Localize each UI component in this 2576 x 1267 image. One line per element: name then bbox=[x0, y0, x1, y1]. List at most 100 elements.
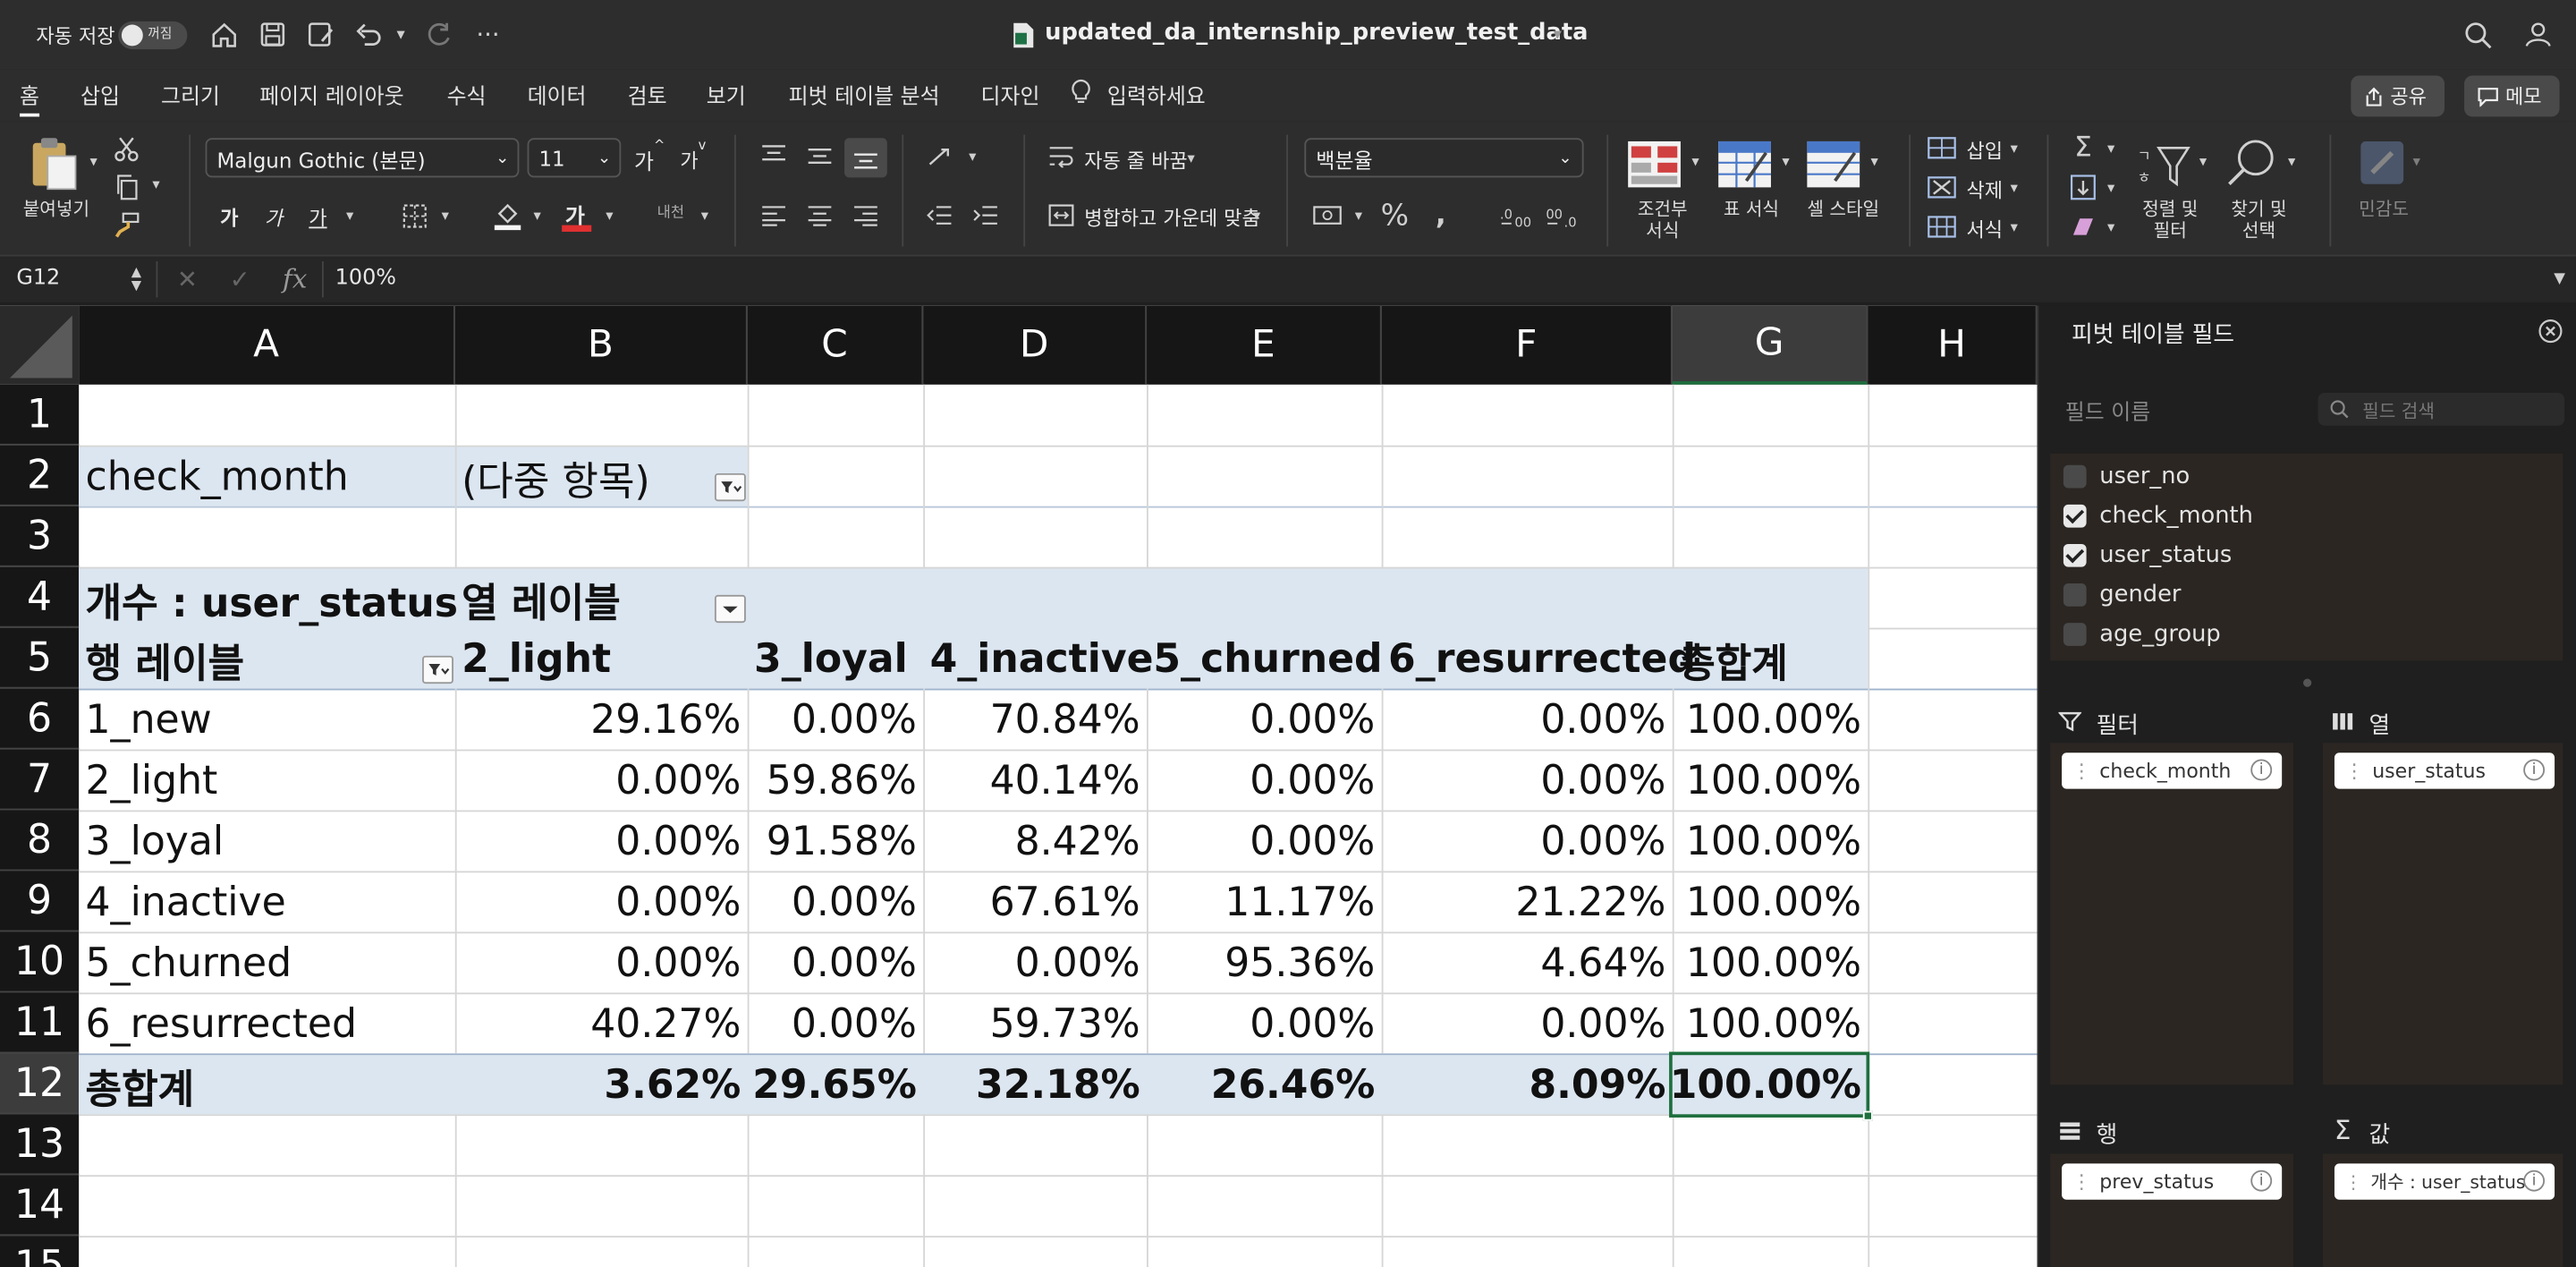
table-cell[interactable]: 100.00% bbox=[1673, 690, 1868, 749]
format-as-table-dropdown-icon[interactable]: ▾ bbox=[1777, 151, 1793, 174]
column-header-g[interactable]: G bbox=[1672, 305, 1868, 385]
table-cell[interactable]: 0.00% bbox=[1147, 994, 1382, 1053]
autosave-toggle[interactable]: 꺼짐 bbox=[118, 21, 188, 50]
accounting-dropdown-icon[interactable]: ▾ bbox=[1351, 206, 1367, 229]
delete-cells-icon[interactable] bbox=[1926, 174, 1959, 200]
fill-color-dropdown-icon[interactable]: ▾ bbox=[529, 206, 545, 229]
font-size-select[interactable]: 11 ⌄ bbox=[527, 138, 622, 178]
function-icon[interactable]: fx bbox=[283, 263, 307, 294]
field-checkbox[interactable] bbox=[2063, 583, 2087, 607]
insert-cells-button[interactable]: 삽입 bbox=[1967, 136, 2004, 164]
borders-icon[interactable] bbox=[399, 200, 428, 230]
row-header-9[interactable]: 9 bbox=[0, 871, 80, 932]
sensitivity-icon[interactable] bbox=[2352, 135, 2411, 191]
percent-style-icon[interactable]: % bbox=[1377, 197, 1412, 233]
table-cell[interactable]: 100.00% bbox=[1673, 872, 1868, 931]
row-header-5[interactable]: 5 bbox=[0, 627, 80, 689]
phonetic-button[interactable]: 내천 bbox=[657, 200, 684, 222]
table-cell-total[interactable]: 3.62% bbox=[455, 1055, 748, 1114]
column-header-a[interactable]: A bbox=[79, 305, 455, 385]
pivot-row-label[interactable]: 1_new bbox=[86, 690, 212, 749]
info-icon[interactable]: i bbox=[2250, 1169, 2273, 1192]
pivot-col-header[interactable]: 3_loyal bbox=[754, 629, 908, 688]
increase-decimal-icon[interactable]: .0 00 bbox=[1496, 199, 1536, 232]
conditional-format-dropdown-icon[interactable]: ▾ bbox=[1687, 151, 1703, 174]
font-name-select[interactable]: Malgun Gothic (본문) ⌄ bbox=[205, 138, 520, 178]
number-format-select[interactable]: 백분율 ⌄ bbox=[1304, 138, 1584, 178]
tab-design[interactable]: 디자인 bbox=[981, 79, 1040, 111]
table-cell[interactable]: 59.86% bbox=[748, 751, 924, 810]
cell-styles-icon[interactable] bbox=[1804, 136, 1863, 191]
cancel-entry-icon[interactable]: ✕ bbox=[173, 263, 202, 296]
align-center-icon[interactable] bbox=[803, 200, 836, 230]
tab-formulas[interactable]: 수식 bbox=[447, 79, 487, 111]
tab-review[interactable]: 검토 bbox=[628, 79, 667, 111]
column-label-filter-button[interactable] bbox=[714, 594, 746, 624]
pivot-row-label[interactable]: 2_light bbox=[86, 751, 218, 810]
align-bottom-icon[interactable] bbox=[844, 138, 887, 178]
table-cell[interactable]: 8.42% bbox=[923, 812, 1147, 871]
formula-input[interactable]: 100% bbox=[335, 267, 396, 292]
paste-dropdown-icon[interactable]: ▾ bbox=[86, 151, 102, 174]
table-cell[interactable]: 70.84% bbox=[923, 690, 1147, 749]
table-cell[interactable]: 11.17% bbox=[1147, 872, 1382, 931]
cut-icon[interactable] bbox=[112, 135, 141, 165]
value-field-chip[interactable]: ⋮ 개수 : user_status i bbox=[2334, 1163, 2555, 1200]
table-cell-total[interactable]: 29.65% bbox=[748, 1055, 924, 1114]
tab-page-layout[interactable]: 페이지 레이아웃 bbox=[259, 79, 403, 111]
more-icon[interactable]: ··· bbox=[471, 18, 504, 51]
close-icon[interactable] bbox=[2537, 317, 2563, 343]
copy-dropdown-icon[interactable]: ▾ bbox=[148, 174, 164, 198]
account-icon[interactable] bbox=[2520, 18, 2555, 51]
field-item-user-status[interactable]: user_status bbox=[2063, 542, 2232, 568]
table-cell-total[interactable]: 26.46% bbox=[1147, 1055, 1382, 1114]
pivot-row-label[interactable]: 6_resurrected bbox=[86, 994, 358, 1053]
table-cell[interactable]: 100.00% bbox=[1673, 994, 1868, 1053]
table-cell[interactable]: 4.64% bbox=[1382, 933, 1673, 992]
row-header-3[interactable]: 3 bbox=[0, 506, 80, 567]
align-middle-icon[interactable] bbox=[803, 141, 836, 171]
expand-formula-icon[interactable]: ▼ bbox=[2550, 267, 2570, 293]
insert-cells-icon[interactable] bbox=[1926, 135, 1959, 161]
font-color-button[interactable]: 가 bbox=[558, 197, 594, 233]
table-cell-total[interactable]: 8.09% bbox=[1382, 1055, 1673, 1114]
home-icon[interactable] bbox=[207, 18, 240, 51]
pivot-filter-value[interactable]: (다중 항목) bbox=[462, 447, 650, 506]
delete-dropdown-icon[interactable]: ▾ bbox=[2006, 177, 2022, 200]
tab-home[interactable]: 홈 bbox=[20, 79, 40, 117]
save-as-icon[interactable] bbox=[304, 18, 337, 51]
table-cell[interactable]: 0.00% bbox=[748, 933, 924, 992]
search-icon[interactable] bbox=[2461, 18, 2494, 51]
wrap-text-icon[interactable] bbox=[1045, 141, 1078, 171]
copy-icon[interactable] bbox=[108, 173, 144, 202]
field-checkbox[interactable] bbox=[2063, 543, 2087, 567]
tab-data[interactable]: 데이터 bbox=[528, 79, 587, 111]
undo-dropdown-icon[interactable]: ▾ bbox=[391, 20, 411, 49]
table-cell[interactable]: 0.00% bbox=[1147, 751, 1382, 810]
borders-dropdown-icon[interactable]: ▾ bbox=[437, 206, 453, 229]
comma-style-icon[interactable]: , bbox=[1426, 197, 1455, 233]
table-cell[interactable]: 67.61% bbox=[923, 872, 1147, 931]
field-search-input[interactable]: 필드 검색 bbox=[2318, 392, 2565, 426]
undo-icon[interactable] bbox=[352, 18, 385, 51]
tab-insert[interactable]: 삽입 bbox=[80, 79, 120, 111]
table-cell[interactable]: 100.00% bbox=[1673, 751, 1868, 810]
row-header-6[interactable]: 6 bbox=[0, 688, 80, 750]
format-painter-icon[interactable] bbox=[112, 210, 141, 240]
tab-draw[interactable]: 그리기 bbox=[161, 79, 220, 111]
tab-pivot-analyze[interactable]: 피벗 테이블 분석 bbox=[789, 79, 940, 111]
column-header-b[interactable]: B bbox=[454, 305, 748, 385]
delete-cells-button[interactable]: 삭제 bbox=[1967, 176, 2004, 204]
table-cell[interactable]: 100.00% bbox=[1673, 812, 1868, 871]
table-cell[interactable]: 0.00% bbox=[1382, 751, 1673, 810]
orientation-icon[interactable] bbox=[923, 141, 959, 171]
table-cell[interactable]: 29.16% bbox=[455, 690, 748, 749]
pivot-row-label[interactable]: 3_loyal bbox=[86, 812, 225, 871]
format-as-table-icon[interactable] bbox=[1716, 136, 1775, 191]
name-box-stepper-icon[interactable]: ▲ ▼ bbox=[128, 261, 144, 297]
worksheet-grid[interactable]: A B C D E F G H 1 2 3 4 5 6 7 8 9 10 11 … bbox=[0, 305, 2038, 1267]
table-cell[interactable]: 0.00% bbox=[748, 872, 924, 931]
table-cell[interactable]: 0.00% bbox=[748, 994, 924, 1053]
file-title[interactable]: updated_da_internship_preview_test_data bbox=[1045, 20, 1588, 46]
row-header-10[interactable]: 10 bbox=[0, 931, 80, 993]
